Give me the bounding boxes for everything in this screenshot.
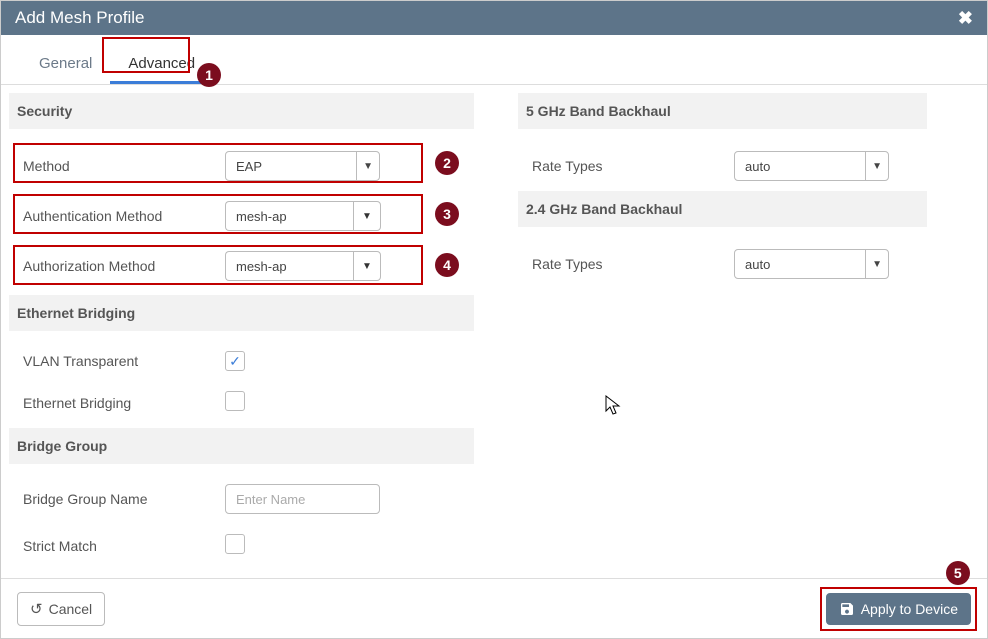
strict-match-checkbox[interactable] [225,534,245,554]
modal: Add Mesh Profile ✖ General Advanced 1 Se… [0,0,988,639]
rate-types-5ghz-row: Rate Types auto ▼ [524,141,927,191]
annotation-callout-2: 2 [435,151,459,175]
annotation-callout-3: 3 [435,202,459,226]
apply-to-device-button[interactable]: Apply to Device [826,593,971,625]
method-row: Method EAP ▼ 2 [15,141,474,191]
vlan-transparent-label: VLAN Transparent [15,353,225,369]
strict-match-label: Strict Match [15,538,225,554]
backhaul-5ghz-header: 5 GHz Band Backhaul [518,93,927,129]
ethernet-bridging-row: Ethernet Bridging [15,381,474,424]
auth-method-input[interactable] [225,201,353,231]
close-icon[interactable]: ✖ [958,8,973,29]
ethernet-bridging-header: Ethernet Bridging [9,295,474,331]
authz-method-combo[interactable]: ▼ [225,251,381,281]
authz-method-row: Authorization Method ▼ 4 [15,241,474,291]
ethernet-bridging-label: Ethernet Bridging [15,395,225,411]
tab-bar: General Advanced 1 [1,35,987,85]
tab-advanced[interactable]: Advanced [110,45,213,84]
method-value: EAP [236,159,262,174]
modal-title: Add Mesh Profile [15,8,144,28]
rate-types-5ghz-value: auto [745,159,770,174]
vlan-transparent-row: VLAN Transparent ✓ [15,341,474,381]
chevron-down-icon[interactable]: ▼ [353,251,381,281]
bridge-group-header: Bridge Group [9,428,474,464]
cancel-button[interactable]: ↺ Cancel [17,592,105,626]
method-label: Method [15,158,225,174]
cancel-label: Cancel [49,601,93,617]
content-area: Security Method EAP ▼ 2 Authentication M… [1,85,987,577]
apply-label: Apply to Device [861,601,958,617]
rate-types-5ghz-label: Rate Types [524,158,734,174]
authz-method-input[interactable] [225,251,353,281]
bridge-group-name-label: Bridge Group Name [15,491,225,507]
bridge-group-name-input[interactable] [225,484,380,514]
rate-types-24ghz-select[interactable]: auto ▼ [734,249,889,279]
rate-types-24ghz-row: Rate Types auto ▼ [524,239,927,289]
undo-icon: ↺ [30,600,43,618]
modal-header: Add Mesh Profile ✖ [1,1,987,35]
bridge-group-name-row: Bridge Group Name [15,474,474,524]
rate-types-24ghz-value: auto [745,257,770,272]
backhaul-24ghz-header: 2.4 GHz Band Backhaul [518,191,927,227]
chevron-down-icon: ▼ [865,250,882,278]
rate-types-24ghz-label: Rate Types [524,256,734,272]
save-icon [839,601,855,617]
modal-footer: ↺ Cancel Apply to Device 5 [1,578,987,638]
rate-types-5ghz-select[interactable]: auto ▼ [734,151,889,181]
auth-method-row: Authentication Method ▼ 3 [15,191,474,241]
auth-method-label: Authentication Method [15,208,225,224]
ethernet-bridging-checkbox[interactable] [225,391,245,411]
auth-method-combo[interactable]: ▼ [225,201,381,231]
left-column: Security Method EAP ▼ 2 Authentication M… [1,85,494,577]
annotation-callout-4: 4 [435,253,459,277]
chevron-down-icon: ▼ [865,152,882,180]
security-header: Security [9,93,474,129]
chevron-down-icon[interactable]: ▼ [353,201,381,231]
right-column: 5 GHz Band Backhaul Rate Types auto ▼ 2.… [494,85,987,577]
vlan-transparent-checkbox[interactable]: ✓ [225,351,245,371]
chevron-down-icon: ▼ [356,152,373,180]
authz-method-label: Authorization Method [15,258,225,274]
strict-match-row: Strict Match [15,524,474,567]
tab-general[interactable]: General [21,45,110,84]
method-select[interactable]: EAP ▼ [225,151,380,181]
